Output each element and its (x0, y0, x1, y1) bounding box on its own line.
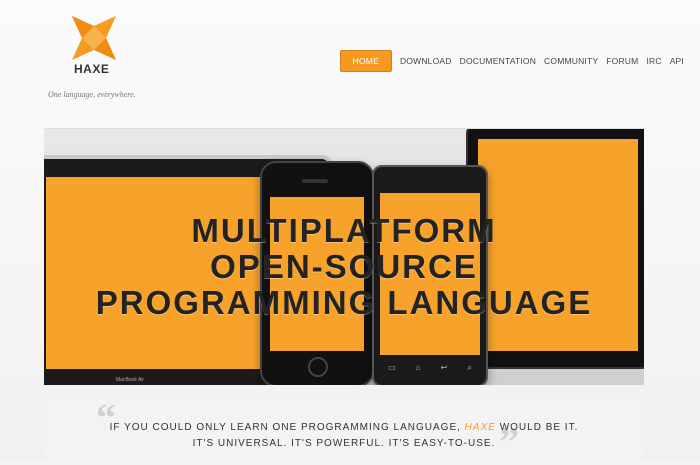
haxe-logo-icon (72, 16, 116, 60)
quote-line-1-end: WOULD BE IT. (499, 422, 579, 433)
hero-headline: MULTIPLATFORM OPEN-SOURCE PROGRAMMING LA… (44, 213, 644, 321)
nav-item-community[interactable]: COMMUNITY (540, 53, 602, 69)
quote-line-1-start: IF YOU COULD ONLY LEARN ONE PROGRAMMING … (109, 422, 461, 433)
phone-home-button (308, 357, 328, 377)
quote-haxe-emphasis: HAXE (464, 422, 496, 433)
hero-banner: MacBook Air ▭ ⌂ ↩ ⌕ MULTIPLATFORM OPEN-S… (44, 128, 644, 385)
home-key-icon: ⌂ (415, 363, 421, 372)
quote-section: “ ” IF YOU COULD ONLY LEARN ONE PROGRAMM… (44, 395, 644, 464)
quote-line-2: IT'S UNIVERSAL. IT'S POWERFUL. IT'S EASY… (192, 438, 496, 449)
hero-line-1: MULTIPLATFORM (191, 212, 497, 249)
open-quote-icon: “ (96, 395, 116, 440)
nav-item-documentation[interactable]: DOCUMENTATION (456, 53, 540, 69)
laptop-brand-label: MacBook Air (116, 377, 145, 383)
menu-key-icon: ▭ (388, 363, 396, 372)
nav-item-home[interactable]: HOME (339, 50, 392, 72)
page: HAXE One language, everywhere. HOME DOWN… (0, 0, 700, 464)
phone-speaker (302, 179, 328, 183)
search-key-icon: ⌕ (467, 363, 472, 372)
logo-wordmark: HAXE (74, 62, 110, 76)
nav-item-irc[interactable]: IRC (642, 53, 665, 69)
logo-tagline: One language, everywhere. (48, 90, 136, 99)
hero-line-3: PROGRAMMING LANGUAGE (95, 284, 593, 321)
android-keys: ▭ ⌂ ↩ ⌕ (388, 363, 472, 373)
nav-item-api[interactable]: API (666, 53, 688, 69)
quote-line-1: IF YOU COULD ONLY LEARN ONE PROGRAMMING … (44, 422, 644, 433)
nav-item-forum[interactable]: FORUM (602, 53, 642, 69)
hero-line-2: OPEN-SOURCE (210, 248, 478, 285)
back-key-icon: ↩ (440, 363, 448, 372)
main-nav: HOME DOWNLOAD DOCUMENTATION COMMUNITY FO… (339, 50, 688, 72)
site-logo[interactable]: HAXE One language, everywhere. (48, 16, 168, 106)
nav-item-download[interactable]: DOWNLOAD (396, 53, 456, 69)
